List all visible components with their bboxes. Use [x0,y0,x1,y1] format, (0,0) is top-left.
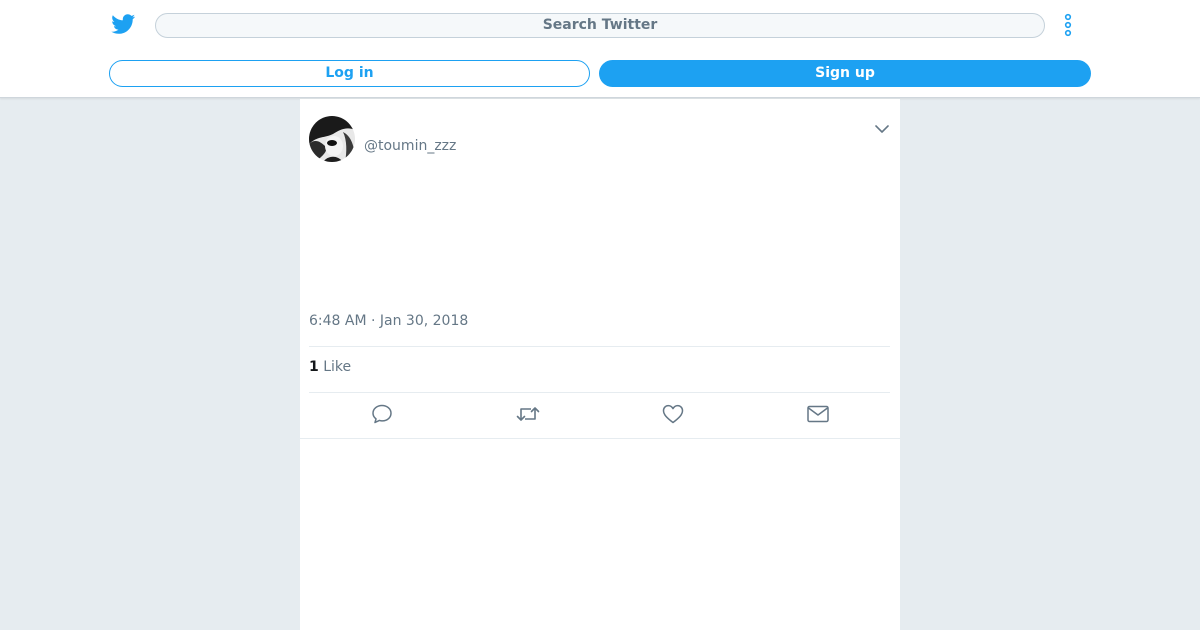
tweet-timestamp[interactable]: 6:48 AM · Jan 30, 2018 [309,313,468,329]
divider [300,438,900,439]
like-icon[interactable] [661,402,685,426]
chevron-down-icon[interactable] [874,121,890,137]
user-handle[interactable]: @toumin_zzz [364,138,456,154]
divider [309,392,890,393]
like-count[interactable]: 1 Like [309,359,351,375]
search-input[interactable]: Search Twitter [155,13,1045,38]
top-header: Search Twitter Log in Sign up [0,0,1200,98]
avatar[interactable] [309,116,355,162]
tweet-card: @toumin_zzz 6:48 AM · Jan 30, 2018 1 Lik… [300,99,900,630]
divider [309,346,890,347]
signup-button[interactable]: Sign up [599,60,1091,87]
direct-message-icon[interactable] [806,402,830,426]
login-button[interactable]: Log in [109,60,590,87]
twitter-bird-icon[interactable] [111,12,136,36]
reply-icon[interactable] [370,402,394,426]
more-vertical-icon[interactable] [1060,12,1076,38]
like-count-number: 1 [309,359,319,375]
like-count-label: Like [323,359,352,375]
retweet-icon[interactable] [514,402,542,426]
